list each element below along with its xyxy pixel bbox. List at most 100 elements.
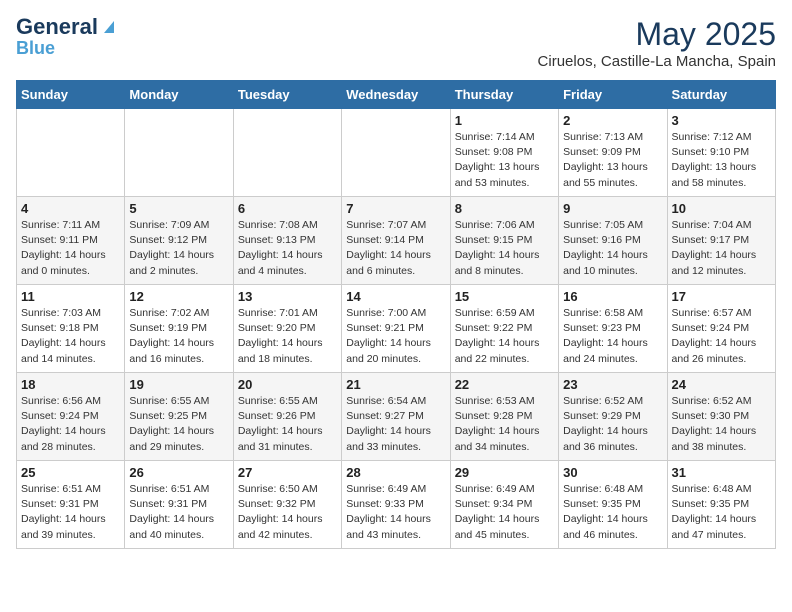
- day-number: 28: [346, 465, 445, 480]
- day-info: Sunrise: 6:48 AM Sunset: 9:35 PM Dayligh…: [672, 482, 771, 543]
- day-info: Sunrise: 7:14 AM Sunset: 9:08 PM Dayligh…: [455, 130, 554, 191]
- day-number: 9: [563, 201, 662, 216]
- day-number: 13: [238, 289, 337, 304]
- day-info: Sunrise: 7:05 AM Sunset: 9:16 PM Dayligh…: [563, 218, 662, 279]
- day-number: 16: [563, 289, 662, 304]
- day-number: 18: [21, 377, 120, 392]
- day-info: Sunrise: 7:00 AM Sunset: 9:21 PM Dayligh…: [346, 306, 445, 367]
- day-info: Sunrise: 6:51 AM Sunset: 9:31 PM Dayligh…: [129, 482, 228, 543]
- day-number: 24: [672, 377, 771, 392]
- calendar-cell: 2Sunrise: 7:13 AM Sunset: 9:09 PM Daylig…: [559, 109, 667, 197]
- day-info: Sunrise: 7:03 AM Sunset: 9:18 PM Dayligh…: [21, 306, 120, 367]
- day-info: Sunrise: 6:50 AM Sunset: 9:32 PM Dayligh…: [238, 482, 337, 543]
- day-info: Sunrise: 6:51 AM Sunset: 9:31 PM Dayligh…: [21, 482, 120, 543]
- calendar-cell: 22 Sunrise: 6:53 AM Sunset: 9:28 PM Dayli…: [450, 373, 558, 461]
- calendar-cell: 26Sunrise: 6:51 AM Sunset: 9:31 PM Dayli…: [125, 461, 233, 549]
- day-number: 3: [672, 113, 771, 128]
- day-number: 6: [238, 201, 337, 216]
- logo-arrow-icon: [100, 17, 118, 35]
- day-number: 29: [455, 465, 554, 480]
- logo-general: General: [16, 16, 98, 38]
- day-info: Sunrise: 7:13 AM Sunset: 9:09 PM Dayligh…: [563, 130, 662, 191]
- title-block: May 2025 Ciruelos, Castille-La Mancha, S…: [538, 16, 776, 70]
- column-header-saturday: Saturday: [667, 81, 775, 109]
- day-number: 17: [672, 289, 771, 304]
- day-number: 20: [238, 377, 337, 392]
- day-number: 19: [129, 377, 228, 392]
- calendar-cell: 27 Sunrise: 6:50 AM Sunset: 9:32 PM Dayli…: [233, 461, 341, 549]
- logo: General Blue: [16, 16, 118, 59]
- day-number: 23: [563, 377, 662, 392]
- day-number: 21: [346, 377, 445, 392]
- day-number: 7: [346, 201, 445, 216]
- week-row-1: 1 Sunrise: 7:14 AM Sunset: 9:08 PM Daylig…: [17, 109, 776, 197]
- day-info: Sunrise: 6:56 AM Sunset: 9:24 PM Dayligh…: [21, 394, 120, 455]
- month-title: May 2025: [538, 16, 776, 53]
- day-number: 27: [238, 465, 337, 480]
- day-number: 1: [455, 113, 554, 128]
- column-header-tuesday: Tuesday: [233, 81, 341, 109]
- day-info: Sunrise: 6:59 AM Sunset: 9:22 PM Dayligh…: [455, 306, 554, 367]
- calendar-cell: 21Sunrise: 6:54 AM Sunset: 9:27 PM Dayli…: [342, 373, 450, 461]
- day-info: Sunrise: 6:53 AM Sunset: 9:28 PM Dayligh…: [455, 394, 554, 455]
- calendar-cell: 24 Sunrise: 6:52 AM Sunset: 9:30 PM Dayli…: [667, 373, 775, 461]
- calendar-cell: 11Sunrise: 7:03 AM Sunset: 9:18 PM Dayli…: [17, 285, 125, 373]
- day-info: Sunrise: 7:02 AM Sunset: 9:19 PM Dayligh…: [129, 306, 228, 367]
- column-header-thursday: Thursday: [450, 81, 558, 109]
- day-info: Sunrise: 6:55 AM Sunset: 9:26 PM Dayligh…: [238, 394, 337, 455]
- calendar-cell: 17 Sunrise: 6:57 AM Sunset: 9:24 PM Dayli…: [667, 285, 775, 373]
- calendar-cell: 25Sunrise: 6:51 AM Sunset: 9:31 PM Dayli…: [17, 461, 125, 549]
- location: Ciruelos, Castille-La Mancha, Spain: [538, 53, 776, 70]
- calendar-cell: 9 Sunrise: 7:05 AM Sunset: 9:16 PM Daylig…: [559, 197, 667, 285]
- day-info: Sunrise: 6:55 AM Sunset: 9:25 PM Dayligh…: [129, 394, 228, 455]
- day-info: Sunrise: 6:52 AM Sunset: 9:29 PM Dayligh…: [563, 394, 662, 455]
- day-info: Sunrise: 6:52 AM Sunset: 9:30 PM Dayligh…: [672, 394, 771, 455]
- day-number: 14: [346, 289, 445, 304]
- day-info: Sunrise: 7:01 AM Sunset: 9:20 PM Dayligh…: [238, 306, 337, 367]
- day-info: Sunrise: 7:07 AM Sunset: 9:14 PM Dayligh…: [346, 218, 445, 279]
- calendar-cell: [342, 109, 450, 197]
- calendar-cell: 12 Sunrise: 7:02 AM Sunset: 9:19 PM Dayli…: [125, 285, 233, 373]
- column-header-sunday: Sunday: [17, 81, 125, 109]
- calendar-cell: 16 Sunrise: 6:58 AM Sunset: 9:23 PM Dayli…: [559, 285, 667, 373]
- calendar-table: SundayMondayTuesdayWednesdayThursdayFrid…: [16, 80, 776, 549]
- day-number: 12: [129, 289, 228, 304]
- calendar-cell: 20 Sunrise: 6:55 AM Sunset: 9:26 PM Dayli…: [233, 373, 341, 461]
- day-info: Sunrise: 7:08 AM Sunset: 9:13 PM Dayligh…: [238, 218, 337, 279]
- calendar-cell: 5 Sunrise: 7:09 AM Sunset: 9:12 PM Daylig…: [125, 197, 233, 285]
- calendar-cell: 3 Sunrise: 7:12 AM Sunset: 9:10 PM Daylig…: [667, 109, 775, 197]
- calendar-cell: 4Sunrise: 7:11 AM Sunset: 9:11 PM Daylig…: [17, 197, 125, 285]
- day-number: 5: [129, 201, 228, 216]
- day-number: 10: [672, 201, 771, 216]
- logo-blue: Blue: [16, 38, 55, 59]
- calendar-cell: 8Sunrise: 7:06 AM Sunset: 9:15 PM Daylig…: [450, 197, 558, 285]
- day-number: 4: [21, 201, 120, 216]
- day-info: Sunrise: 6:57 AM Sunset: 9:24 PM Dayligh…: [672, 306, 771, 367]
- week-row-2: 4Sunrise: 7:11 AM Sunset: 9:11 PM Daylig…: [17, 197, 776, 285]
- calendar-cell: 19 Sunrise: 6:55 AM Sunset: 9:25 PM Dayli…: [125, 373, 233, 461]
- week-row-3: 11Sunrise: 7:03 AM Sunset: 9:18 PM Dayli…: [17, 285, 776, 373]
- day-info: Sunrise: 6:58 AM Sunset: 9:23 PM Dayligh…: [563, 306, 662, 367]
- calendar-header-row: SundayMondayTuesdayWednesdayThursdayFrid…: [17, 81, 776, 109]
- calendar-cell: 31 Sunrise: 6:48 AM Sunset: 9:35 PM Dayli…: [667, 461, 775, 549]
- calendar-cell: 13 Sunrise: 7:01 AM Sunset: 9:20 PM Dayli…: [233, 285, 341, 373]
- calendar-cell: 28Sunrise: 6:49 AM Sunset: 9:33 PM Dayli…: [342, 461, 450, 549]
- day-info: Sunrise: 7:04 AM Sunset: 9:17 PM Dayligh…: [672, 218, 771, 279]
- calendar-cell: 14 Sunrise: 7:00 AM Sunset: 9:21 PM Dayli…: [342, 285, 450, 373]
- day-info: Sunrise: 7:09 AM Sunset: 9:12 PM Dayligh…: [129, 218, 228, 279]
- day-number: 31: [672, 465, 771, 480]
- column-header-monday: Monday: [125, 81, 233, 109]
- day-number: 30: [563, 465, 662, 480]
- day-info: Sunrise: 6:49 AM Sunset: 9:34 PM Dayligh…: [455, 482, 554, 543]
- calendar-cell: 6 Sunrise: 7:08 AM Sunset: 9:13 PM Daylig…: [233, 197, 341, 285]
- calendar-cell: 30Sunrise: 6:48 AM Sunset: 9:35 PM Dayli…: [559, 461, 667, 549]
- day-info: Sunrise: 7:12 AM Sunset: 9:10 PM Dayligh…: [672, 130, 771, 191]
- calendar-cell: 23 Sunrise: 6:52 AM Sunset: 9:29 PM Dayli…: [559, 373, 667, 461]
- column-header-friday: Friday: [559, 81, 667, 109]
- week-row-4: 18 Sunrise: 6:56 AM Sunset: 9:24 PM Dayli…: [17, 373, 776, 461]
- page-header: General Blue May 2025 Ciruelos, Castille…: [16, 16, 776, 70]
- calendar-cell: 7 Sunrise: 7:07 AM Sunset: 9:14 PM Daylig…: [342, 197, 450, 285]
- day-number: 15: [455, 289, 554, 304]
- day-number: 22: [455, 377, 554, 392]
- calendar-cell: [125, 109, 233, 197]
